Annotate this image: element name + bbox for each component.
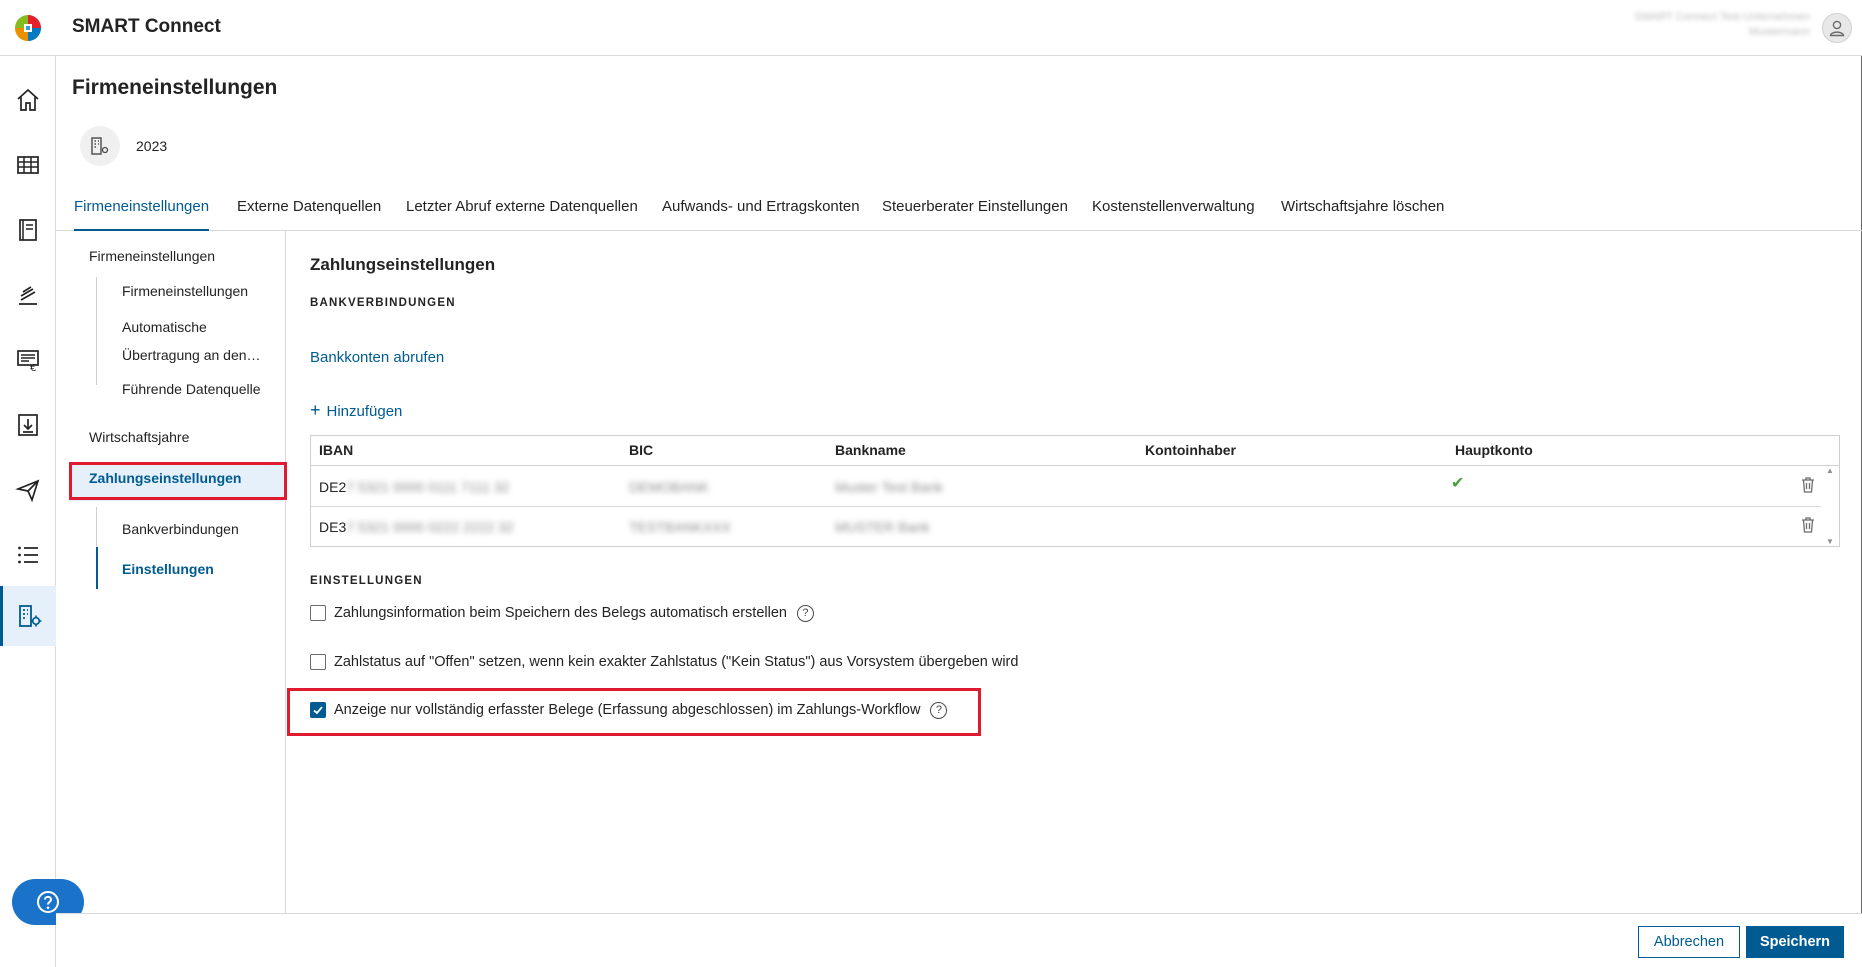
list-icon — [18, 546, 38, 564]
table-header: IBAN BIC Bankname Kontoinhaber Hauptkont… — [311, 436, 1839, 466]
svg-text:€: € — [30, 363, 36, 373]
send-icon — [15, 479, 40, 503]
col-bankname[interactable]: Bankname — [835, 442, 906, 458]
rail-list[interactable] — [0, 527, 56, 583]
fetch-bank-accounts-link[interactable]: Bankkonten abrufen — [310, 349, 444, 366]
settings-tabs: Firmeneinstellungen Externe Datenquellen… — [56, 190, 1862, 231]
user-info: SMART Connect Test-Unternehmen Musterman… — [1635, 10, 1810, 40]
iban-prefix: DE3 — [319, 519, 347, 535]
rail-company-settings[interactable] — [0, 586, 56, 646]
option-auto-payment-info[interactable]: Zahlungsinformation beim Speichern des B… — [310, 602, 814, 624]
tab-letzter-abruf[interactable]: Letzter Abruf externe Datenquellen — [406, 198, 638, 231]
company-year: 2023 — [136, 138, 168, 154]
delete-icon[interactable] — [1801, 477, 1815, 493]
home-icon — [17, 88, 39, 111]
cell-bankname: Muster Test Bank — [835, 479, 943, 495]
nav-item-bankverbindungen[interactable]: Bankverbindungen — [122, 515, 239, 543]
invoice-icon: € — [17, 350, 39, 373]
cancel-button[interactable]: Abbrechen — [1638, 926, 1740, 958]
rail-send[interactable] — [0, 462, 56, 518]
brand-logo-icon — [15, 15, 41, 41]
rail-bookings[interactable] — [0, 267, 56, 323]
nav-firmeneinstellungen[interactable]: Firmeneinstellungen — [89, 248, 215, 264]
rail-import[interactable] — [0, 397, 56, 453]
nav-item-line2: Übertragung an den… — [122, 347, 261, 363]
delete-icon[interactable] — [1801, 517, 1815, 533]
nav-tree-line-active — [96, 547, 98, 589]
company-settings-icon — [18, 605, 41, 627]
nav-item-line1: Automatische — [122, 319, 207, 335]
tab-steuerberater[interactable]: Steuerberater Einstellungen — [882, 198, 1068, 231]
left-rail: € » — [0, 56, 84, 967]
rail-book[interactable] — [0, 202, 56, 258]
page-title: Firmeneinstellungen — [72, 76, 278, 99]
top-bar: SMART Connect SMART Connect Test-Unterne… — [0, 0, 1862, 56]
tab-externe-datenquellen[interactable]: Externe Datenquellen — [237, 198, 381, 231]
bank-overline: BANKVERBINDUNGEN — [310, 297, 456, 309]
rail-table[interactable] — [0, 137, 56, 193]
company-icon — [80, 126, 120, 166]
add-bank-account-button[interactable]: + Hinzufügen — [310, 400, 402, 421]
cell-bic: TESTBANKXXX — [629, 519, 731, 535]
footer-bar: Abbrechen Speichern — [56, 913, 1862, 967]
tab-kostenstellen[interactable]: Kostenstellenverwaltung — [1092, 198, 1255, 231]
user-name: Mustermann — [1748, 26, 1810, 38]
app-title: SMART Connect — [72, 16, 221, 37]
user-avatar[interactable] — [1822, 13, 1852, 43]
settings-overline: EINSTELLUNGEN — [310, 575, 423, 587]
checkbox[interactable] — [310, 654, 326, 670]
nav-item-fuehrende-datenquelle[interactable]: Führende Datenquelle — [122, 375, 261, 403]
highlight-box-nav — [69, 462, 287, 500]
rail-home[interactable] — [0, 72, 56, 128]
import-icon — [18, 414, 38, 436]
help-question-icon[interactable]: ? — [796, 604, 814, 622]
company-selector[interactable]: 2023 — [80, 126, 167, 166]
save-button[interactable]: Speichern — [1746, 926, 1844, 958]
highlight-box-option — [287, 688, 981, 736]
iban-prefix: DE2 — [319, 479, 347, 495]
main-account-check-icon: ✔ — [1451, 475, 1465, 492]
scroll-down-icon[interactable]: ▼ — [1826, 537, 1834, 546]
iban-rest: 7 5321 0000 0111 7111 32 — [346, 479, 510, 495]
table-row[interactable]: DE27 5321 0000 0111 7111 32 DEMOBANK Mus… — [311, 467, 1821, 507]
table-icon — [17, 156, 39, 174]
nav-item-einstellungen[interactable]: Einstellungen — [122, 555, 214, 583]
option-status-open[interactable]: Zahlstatus auf "Offen" setzen, wenn kein… — [310, 651, 1018, 673]
bookings-icon — [19, 286, 37, 305]
cell-bic: DEMOBANK — [629, 479, 710, 495]
cell-iban: DE37 5321 0000 0222 2222 32 — [319, 519, 514, 535]
nav-item-firmeneinstellungen[interactable]: Firmeneinstellungen — [122, 277, 248, 305]
col-hauptkonto[interactable]: Hauptkonto — [1455, 442, 1533, 458]
plus-icon: + — [310, 400, 321, 420]
tab-wirtschaftsjahre-loeschen[interactable]: Wirtschaftsjahre löschen — [1281, 198, 1444, 231]
col-kontoinhaber[interactable]: Kontoinhaber — [1145, 442, 1236, 458]
section-title: Zahlungseinstellungen — [310, 255, 496, 274]
user-company: SMART Connect Test-Unternehmen — [1634, 11, 1810, 23]
add-label: Hinzufügen — [326, 403, 403, 420]
user-icon — [1829, 20, 1845, 37]
rail-invoice[interactable]: € — [0, 332, 56, 388]
nav-item-automatische-uebertragung[interactable]: Automatische Übertragung an den… — [122, 313, 261, 369]
option-label: Zahlstatus auf "Offen" setzen, wenn kein… — [334, 654, 1019, 670]
cell-bankname: MUSTER Bank — [835, 519, 930, 535]
nav-wirtschaftsjahre[interactable]: Wirtschaftsjahre — [89, 429, 189, 445]
scroll-up-icon[interactable]: ▲ — [1826, 466, 1834, 475]
section-nav: Firmeneinstellungen Firmeneinstellungen … — [56, 231, 286, 913]
tab-firmeneinstellungen[interactable]: Firmeneinstellungen — [74, 198, 210, 231]
option-label: Zahlungsinformation beim Speichern des B… — [334, 605, 787, 621]
bank-table: IBAN BIC Bankname Kontoinhaber Hauptkont… — [310, 435, 1840, 547]
checkbox[interactable] — [310, 605, 326, 621]
col-bic[interactable]: BIC — [629, 442, 653, 458]
nav-tree-line — [96, 277, 97, 385]
iban-rest: 7 5321 0000 0222 2222 32 — [346, 519, 514, 535]
table-row[interactable]: DE37 5321 0000 0222 2222 32 TESTBANKXXX … — [311, 507, 1821, 547]
tab-aufwands-ertragskonten[interactable]: Aufwands- und Ertragskonten — [662, 198, 860, 231]
table-scrollbar[interactable]: ▲ ▼ — [1823, 466, 1839, 546]
book-icon — [19, 219, 37, 241]
nav-tree-line-2 — [96, 507, 97, 547]
col-iban[interactable]: IBAN — [319, 442, 353, 458]
cell-iban: DE27 5321 0000 0111 7111 32 — [319, 479, 509, 495]
